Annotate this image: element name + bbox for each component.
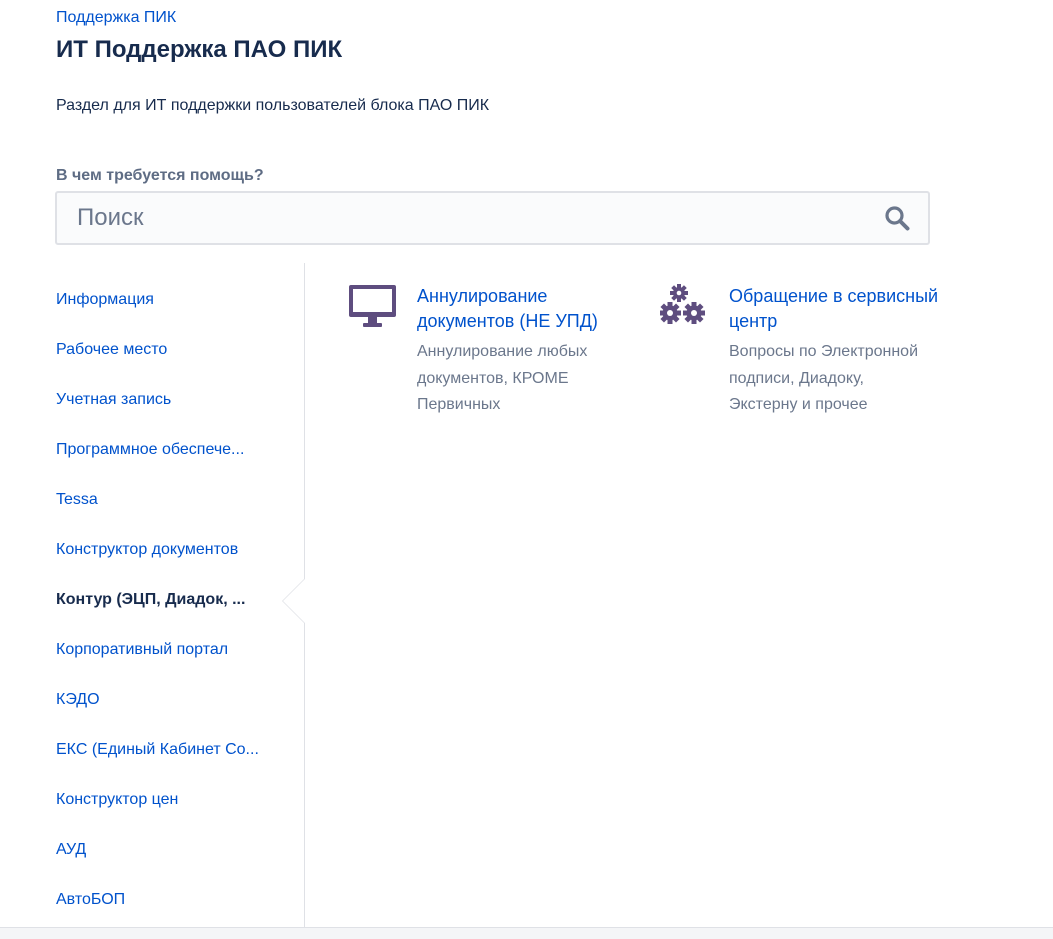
search-box: [55, 191, 930, 245]
page-title: ИТ Поддержка ПАО ПИК: [56, 36, 343, 63]
page-description: Раздел для ИТ поддержки пользователей бл…: [56, 97, 490, 114]
sidebar-item-corporate-portal[interactable]: Корпоративный портал: [56, 641, 276, 659]
card-title[interactable]: Аннулирование документов (НЕ УПД): [417, 284, 637, 334]
sidebar-item-doc-builder[interactable]: Конструктор документов: [56, 541, 276, 559]
horizontal-scrollbar[interactable]: [0, 927, 1053, 939]
card-title[interactable]: Обращение в сервисный центр: [729, 284, 949, 334]
card-description: Аннулирование любых документов, КРОМЕ Пе…: [417, 343, 588, 413]
request-type-card-annulment[interactable]: Аннулирование документов (НЕ УПД) Аннули…: [348, 284, 638, 414]
card-description: Вопросы по Электронной подписи, Диадоку,…: [729, 343, 918, 413]
sidebar-item-kedo[interactable]: КЭДО: [56, 691, 276, 709]
search-label: В чем требуется помощь?: [56, 167, 264, 184]
sidebar-item-account[interactable]: Учетная запись: [56, 391, 276, 409]
sidebar-item-workplace[interactable]: Рабочее место: [56, 341, 276, 359]
search-input[interactable]: [57, 193, 877, 243]
monitor-icon: [348, 284, 398, 334]
sidebar-item-kontur[interactable]: Контур (ЭЦП, Диадок, ...: [56, 591, 276, 609]
sidebar-item-eks[interactable]: ЕКС (Единый Кабинет Со...: [56, 741, 276, 759]
sidebar-item-software[interactable]: Программное обеспече...: [56, 441, 276, 459]
sidebar-item-aud[interactable]: АУД: [56, 841, 276, 859]
category-sidebar: Информация Рабочее место Учетная запись …: [0, 263, 305, 927]
request-type-card-service-center[interactable]: Обращение в сервисный центр Вопросы по Э…: [659, 284, 950, 444]
sidebar-item-price-builder[interactable]: Конструктор цен: [56, 791, 276, 809]
sidebar-item-tessa[interactable]: Tessa: [56, 491, 276, 509]
sidebar-item-info[interactable]: Информация: [56, 291, 276, 309]
portal-page: Поддержка ПИК ИТ Поддержка ПАО ПИК Разде…: [0, 0, 1053, 939]
gears-icon: [659, 284, 710, 334]
search-icon[interactable]: [884, 205, 910, 231]
sidebar-item-avtobop[interactable]: АвтоБОП: [56, 891, 276, 909]
breadcrumb[interactable]: Поддержка ПИК: [56, 9, 176, 27]
